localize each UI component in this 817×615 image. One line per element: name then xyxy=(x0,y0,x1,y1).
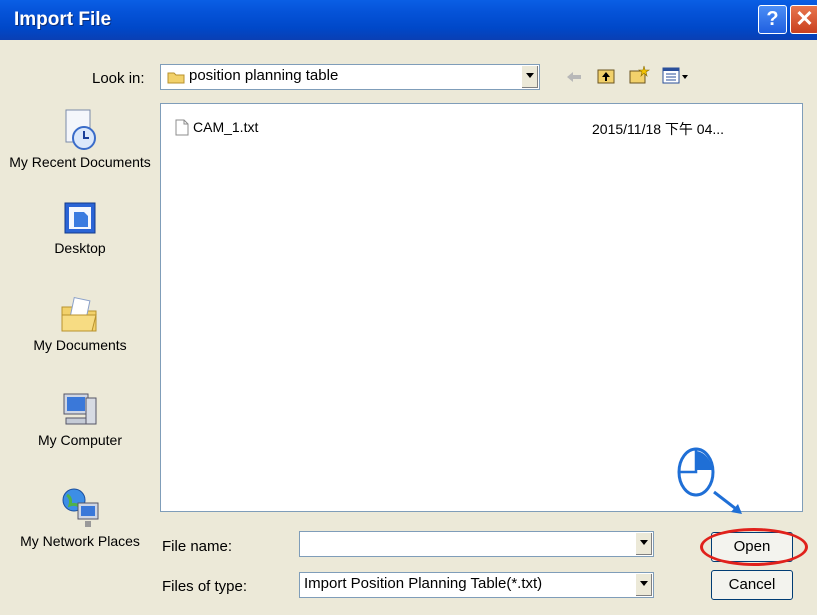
network-places-icon xyxy=(62,488,99,527)
desktop-icon xyxy=(64,202,96,234)
file-name-dropdown-arrow[interactable] xyxy=(635,533,652,555)
look-in-dropdown-arrow[interactable] xyxy=(521,66,538,88)
up-folder-icon[interactable] xyxy=(596,66,616,86)
file-type-dropdown-arrow[interactable] xyxy=(635,574,652,596)
new-folder-icon[interactable] xyxy=(628,64,650,86)
look-in-label: Look in: xyxy=(92,70,145,87)
title-bar: Import File ? ✕ xyxy=(0,0,817,40)
file-type-value: Import Position Planning Table(*.txt) xyxy=(304,575,543,592)
mouse-click-icon xyxy=(677,447,742,514)
sidebar-item-my-computer[interactable]: My Computer xyxy=(5,390,155,449)
sidebar-item-label: My Network Places xyxy=(20,533,140,549)
file-date: 2015/11/18 下午 04... xyxy=(592,121,725,137)
file-name: CAM_1.txt xyxy=(193,119,259,135)
look-in-value: position planning table xyxy=(189,67,339,84)
sidebar-item-label: Desktop xyxy=(54,240,106,256)
my-computer-icon xyxy=(63,393,97,425)
sidebar-item-network-places[interactable]: My Network Places xyxy=(5,485,155,550)
highlight-ellipse xyxy=(700,528,808,566)
sidebar-item-label: My Recent Documents xyxy=(9,154,151,170)
sidebar-item-desktop[interactable]: Desktop xyxy=(5,200,155,257)
look-in-dropdown[interactable]: position planning table xyxy=(160,64,540,90)
list-item[interactable]: CAM_1.txt 2015/11/18 下午 04... xyxy=(175,118,795,140)
views-menu-icon[interactable] xyxy=(662,66,690,86)
sidebar-item-recent-documents[interactable]: My Recent Documents xyxy=(5,108,155,171)
sidebar-item-my-documents[interactable]: My Documents xyxy=(5,295,155,354)
file-type-select[interactable]: Import Position Planning Table(*.txt) xyxy=(299,572,654,598)
sidebar-item-label: My Documents xyxy=(33,337,127,353)
window-title: Import File xyxy=(14,9,112,30)
cancel-button[interactable]: Cancel xyxy=(711,570,793,600)
close-button[interactable]: ✕ xyxy=(790,5,817,34)
file-type-label: Files of type: xyxy=(162,578,248,595)
file-name-label: File name: xyxy=(162,538,233,555)
my-documents-icon xyxy=(61,296,97,332)
file-name-field[interactable] xyxy=(299,531,654,557)
recent-documents-icon xyxy=(65,109,96,150)
back-arrow-icon[interactable] xyxy=(565,69,583,85)
help-button[interactable]: ? xyxy=(758,5,787,34)
folder-icon xyxy=(167,72,185,84)
text-file-icon xyxy=(175,119,189,136)
sidebar-item-label: My Computer xyxy=(37,432,123,448)
